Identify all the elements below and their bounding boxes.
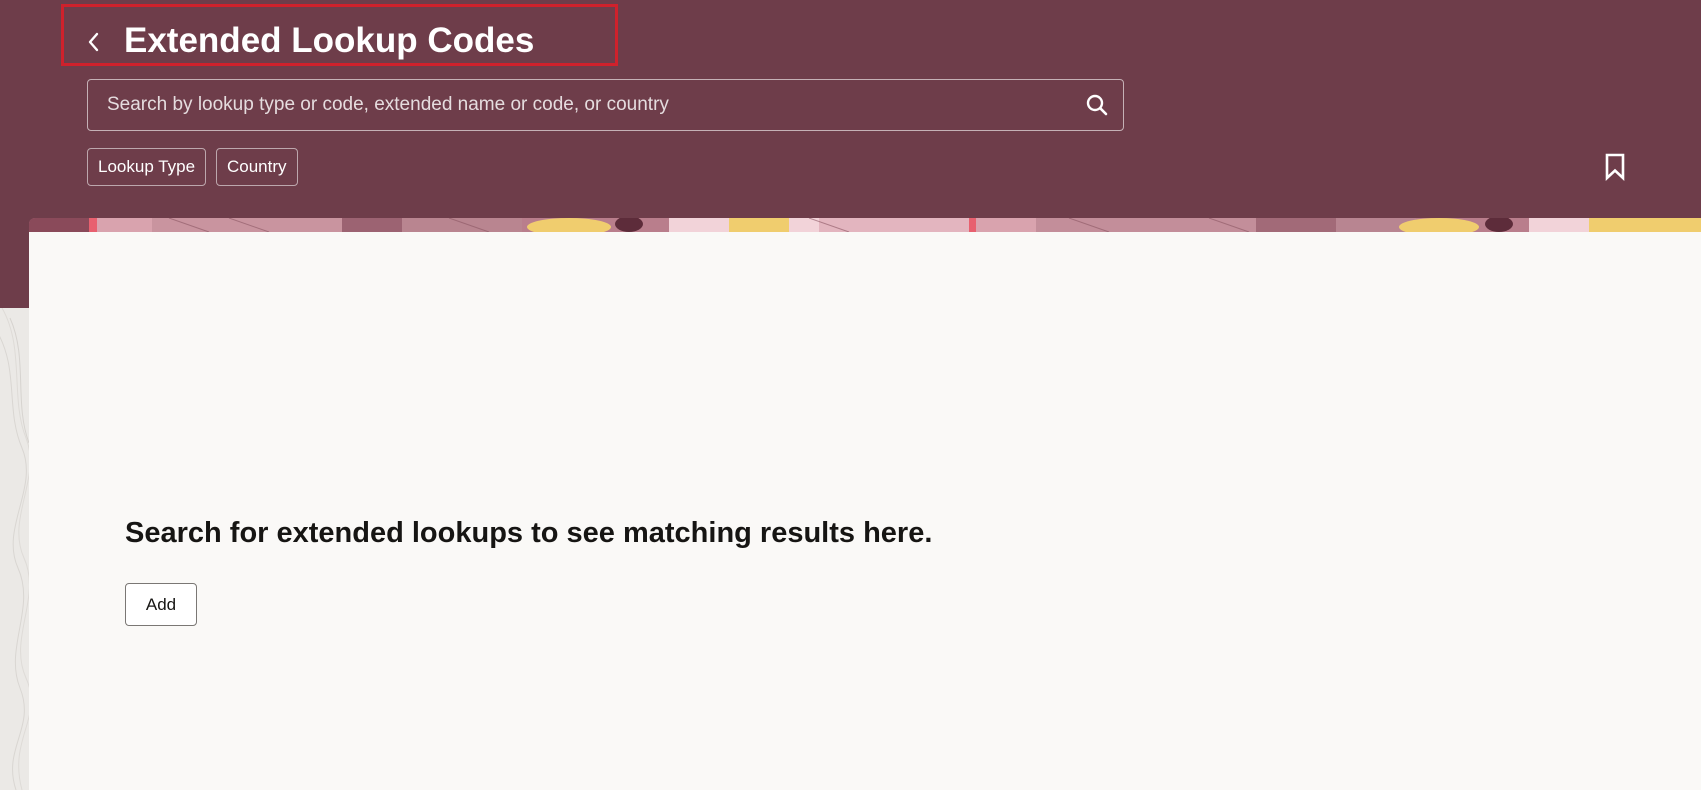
country-filter-chip[interactable]: Country <box>216 148 298 186</box>
chevron-left-icon <box>88 32 99 52</box>
search-field[interactable] <box>87 79 1124 131</box>
decorative-banner <box>29 218 1701 232</box>
bookmark-icon[interactable] <box>1600 150 1630 184</box>
add-button[interactable]: Add <box>125 583 197 626</box>
search-icon[interactable] <box>1071 80 1123 130</box>
lookup-type-filter-chip[interactable]: Lookup Type <box>87 148 207 186</box>
background-pattern <box>0 308 29 790</box>
back-button[interactable] <box>81 27 107 57</box>
results-card <box>29 232 1701 790</box>
empty-state-message: Search for extended lookups to see match… <box>125 517 933 549</box>
page-title: Extended Lookup Codes <box>124 21 535 60</box>
search-input[interactable] <box>88 80 1071 130</box>
